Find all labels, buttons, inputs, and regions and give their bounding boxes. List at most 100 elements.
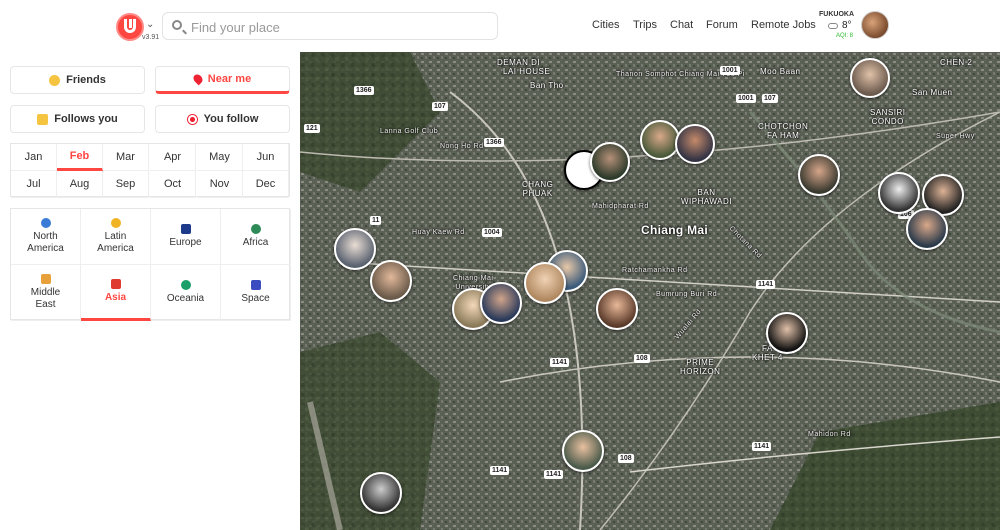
road-shield: 107 — [432, 102, 448, 111]
road-shield: 108 — [618, 454, 634, 463]
user-pin[interactable] — [334, 228, 376, 270]
search-input[interactable] — [191, 17, 491, 37]
search-box[interactable] — [162, 12, 498, 40]
user-pin[interactable] — [906, 208, 948, 250]
region-europe[interactable]: Europe — [151, 209, 221, 265]
region-africa[interactable]: Africa — [221, 209, 291, 265]
month-jan[interactable]: Jan — [11, 144, 57, 171]
user-pin[interactable] — [524, 262, 566, 304]
region-space[interactable]: Space — [221, 265, 291, 321]
cloud-icon — [828, 23, 838, 29]
region-asia[interactable]: Asia — [81, 265, 151, 321]
road-shield: 108 — [634, 354, 650, 363]
user-avatar[interactable] — [861, 11, 889, 39]
user-pin[interactable] — [798, 154, 840, 196]
month-selector: Jan Feb Mar Apr May Jun Jul Aug Sep Oct … — [10, 143, 290, 198]
user-pin[interactable] — [640, 120, 680, 160]
month-feb[interactable]: Feb — [57, 144, 103, 171]
map-label: San Muen — [912, 88, 953, 97]
map-label: Lanna Golf Club — [380, 128, 439, 135]
nav-forum[interactable]: Forum — [706, 19, 738, 31]
road-shield: 107 — [762, 94, 778, 103]
search-icon — [172, 20, 182, 30]
map-label: Ratchamankha Rd — [622, 267, 688, 274]
region-label: Africa — [242, 237, 269, 248]
month-may[interactable]: May — [197, 144, 243, 171]
region-label: Latin America — [97, 231, 134, 254]
you-follow-label: You follow — [203, 113, 259, 125]
eu-flag-icon — [180, 224, 191, 234]
nomad-logo-icon[interactable] — [116, 13, 144, 41]
month-oct[interactable]: Oct — [150, 171, 196, 198]
user-pin[interactable] — [766, 312, 808, 354]
user-pin[interactable] — [596, 288, 638, 330]
mosque-icon — [40, 274, 51, 284]
month-jun[interactable]: Jun — [243, 144, 289, 171]
road-shield: 11 — [370, 216, 382, 225]
friends-label: Friends — [66, 74, 106, 86]
user-pin[interactable] — [562, 430, 604, 472]
follows-you-button[interactable]: Follows you — [10, 105, 145, 133]
map-label: SANSIRI CONDO — [870, 108, 906, 126]
road-shield: 1004 — [482, 228, 502, 237]
road-shield: 1141 — [490, 466, 510, 475]
month-sep[interactable]: Sep — [103, 171, 149, 198]
month-mar[interactable]: Mar — [103, 144, 149, 171]
user-pin[interactable] — [675, 124, 715, 164]
globe-africa-icon — [250, 224, 261, 234]
map-label: LAI HOUSE — [503, 67, 551, 76]
filter-panel: Friends Near me Follows you You follow J… — [0, 52, 300, 530]
map-label: Moo Baan — [760, 67, 801, 76]
map-label-city: Chiang Mai — [641, 223, 709, 237]
month-nov[interactable]: Nov — [197, 171, 243, 198]
user-pin[interactable] — [370, 260, 412, 302]
near-me-button[interactable]: Near me — [155, 66, 290, 94]
friends-button[interactable]: Friends — [10, 66, 145, 94]
road-shield: 1141 — [756, 280, 776, 289]
user-pin[interactable] — [590, 142, 630, 182]
region-selector: North America Latin America Europe Afric… — [10, 208, 291, 321]
month-apr[interactable]: Apr — [150, 144, 196, 171]
region-label: Space — [241, 293, 270, 304]
nav-remote-jobs[interactable]: Remote Jobs — [751, 19, 816, 31]
weather-temp: 8° — [842, 20, 852, 31]
region-label: Middle East — [30, 287, 61, 310]
nav-cities[interactable]: Cities — [592, 19, 620, 31]
map-label: Mahidpharat Rd — [592, 203, 649, 210]
month-aug[interactable]: Aug — [57, 171, 103, 198]
user-pin[interactable] — [878, 172, 920, 214]
nav-chat[interactable]: Chat — [670, 19, 693, 31]
nav-trips[interactable]: Trips — [633, 19, 657, 31]
region-oceania[interactable]: Oceania — [151, 265, 221, 321]
road-shield: 1141 — [544, 470, 564, 479]
road-shield: 1366 — [484, 138, 504, 147]
region-north-america[interactable]: North America — [11, 209, 81, 265]
you-follow-button[interactable]: You follow — [155, 105, 290, 133]
region-label: Europe — [169, 237, 202, 248]
region-label: North America — [27, 231, 64, 254]
road-shield: 1141 — [550, 358, 570, 367]
map-label: Huay Kaew Rd — [412, 229, 465, 236]
map-label: Bumrung Buri Rd — [656, 291, 718, 298]
road-shield: 121 — [304, 124, 320, 133]
map-label: CHOTCHON FA HAM — [758, 122, 809, 140]
user-pin[interactable] — [480, 282, 522, 324]
weather-widget[interactable]: FUKUOKA 8° AQI: 8 — [818, 10, 858, 42]
chevron-down-icon[interactable]: ⌄ — [146, 19, 154, 30]
map-label: CHEN 2 — [940, 58, 973, 67]
region-middle-east[interactable]: Middle East — [11, 265, 81, 321]
month-dec[interactable]: Dec — [243, 171, 289, 198]
region-latin-america[interactable]: Latin America — [81, 209, 151, 265]
user-pin[interactable] — [850, 58, 890, 98]
user-pin[interactable] — [360, 472, 402, 514]
map-label: CHANG PHUAK — [522, 180, 554, 198]
pointing-hand-icon — [37, 113, 49, 125]
map-label: Mahidon Rd — [808, 431, 851, 438]
globe-americas-icon — [40, 218, 51, 228]
satellite-map[interactable]: DEMAN DI LAI HOUSE Ban Tho Thanon Sompho… — [300, 52, 1000, 530]
road-shield: 1141 — [752, 442, 772, 451]
month-jul[interactable]: Jul — [11, 171, 57, 198]
weather-aqi: AQI: 8 — [836, 33, 854, 39]
sun-icon — [110, 218, 121, 228]
map-label: PRIME HORIZON — [680, 358, 721, 376]
